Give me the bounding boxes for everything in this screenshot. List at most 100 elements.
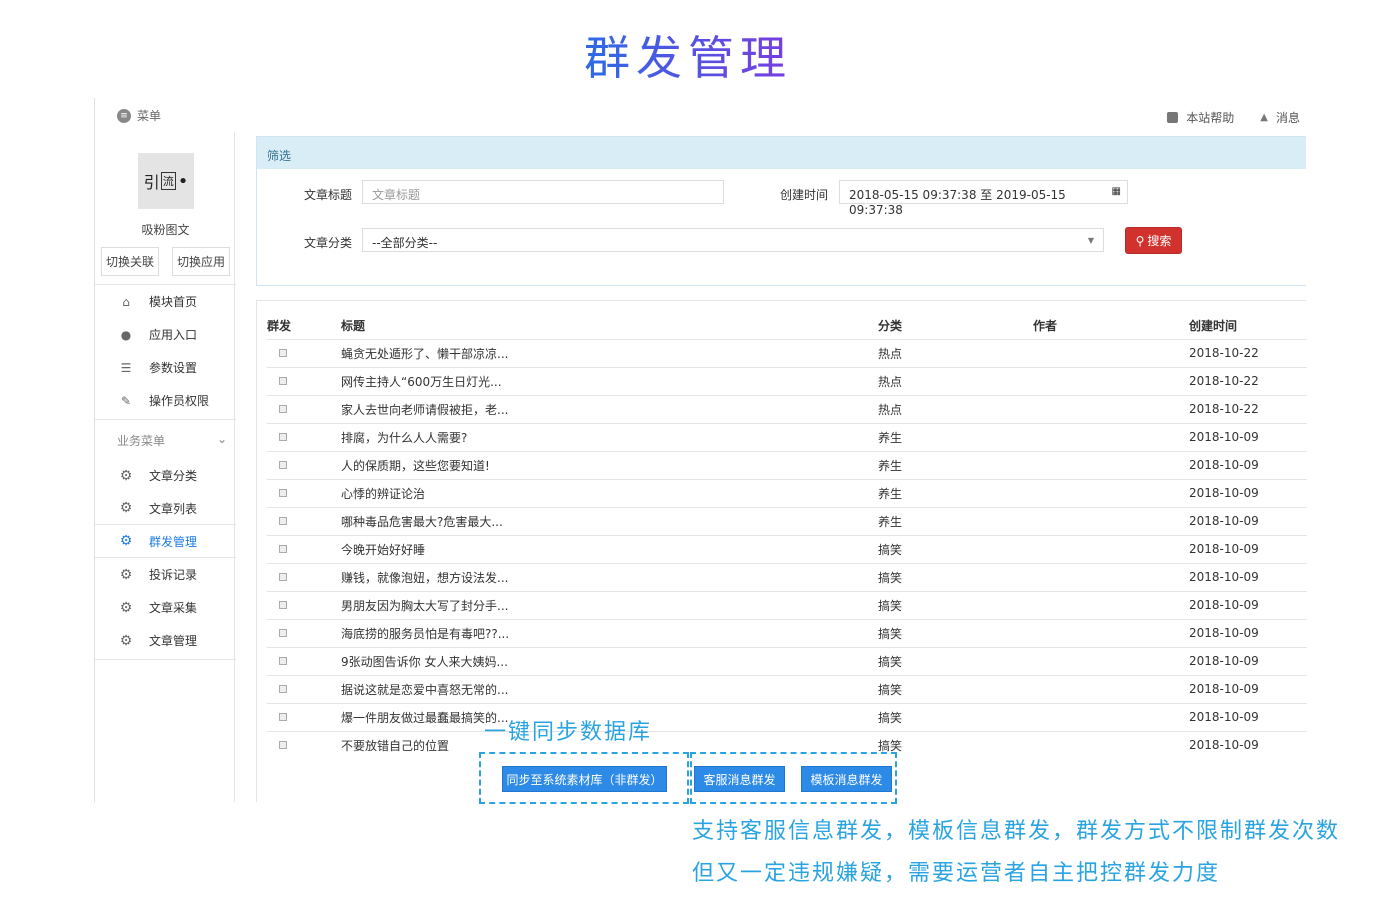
list-icon: ☰ (120, 360, 132, 375)
sidebar-item-label: 参数设置 (149, 361, 198, 375)
category-cell: 搞笑 (878, 534, 1033, 563)
title-cell: 人的保质期，这些您要知道! (341, 450, 878, 479)
author-cell (1033, 702, 1189, 731)
sidebar-item-label: 文章管理 (149, 634, 198, 648)
send-checkbox[interactable] (279, 545, 287, 553)
table-row: 人的保质期，这些您要知道! 养生 2018-10-09 (267, 450, 1307, 479)
message-link[interactable]: ▲ 消息 (1260, 109, 1300, 126)
sidebar-item-settings[interactable]: ☰ 参数设置 (95, 351, 236, 384)
author-cell (1033, 478, 1189, 507)
top-bar: ≡ 菜单 本站帮助 ▲ 消息 (94, 98, 1306, 132)
send-checkbox[interactable] (279, 685, 287, 693)
sidebar-item-article-manage[interactable]: ⚙ 文章管理 (95, 624, 236, 657)
title-input[interactable]: 文章标题 (362, 180, 724, 204)
date-cell: 2018-10-09 (1189, 534, 1307, 563)
table-row: 海底捞的服务员怕是有毒吧??... 搞笑 2018-10-09 (267, 618, 1307, 647)
date-cell: 2018-10-09 (1189, 506, 1307, 535)
search-button[interactable]: ⚲ 搜索 (1125, 227, 1182, 254)
send-checkbox[interactable] (279, 629, 287, 637)
send-checkbox[interactable] (279, 713, 287, 721)
category-cell: 养生 (878, 478, 1033, 507)
title-cell: 蝇贪无处遁形了、懒干部凉凉... (341, 338, 878, 367)
bell-icon: ▲ (1260, 112, 1268, 123)
gear-icon: ⚙ (119, 533, 133, 549)
menu-label: 菜单 (137, 109, 162, 123)
column-header: 群发 (267, 319, 292, 334)
send-checkbox[interactable] (279, 377, 287, 385)
title-label: 文章标题 (304, 188, 353, 202)
send-cell (267, 450, 341, 479)
sidebar-item-mass-send[interactable]: ⚙ 群发管理 (95, 525, 236, 558)
table-header-row: 群发 标题 分类 作者 创建时间 (267, 313, 1307, 339)
column-header: 作者 (1033, 319, 1058, 334)
category-select[interactable]: --全部分类-- ▼ (362, 228, 1104, 252)
sidebar-item-article-list[interactable]: ⚙ 文章列表 (95, 492, 236, 525)
message-label: 消息 (1275, 111, 1300, 125)
search-icon: ⚲ (1135, 233, 1145, 248)
menu-toggle[interactable]: ≡ 菜单 (117, 107, 161, 124)
sidebar-item-app-entry[interactable]: ● 应用入口 (95, 318, 236, 351)
author-cell (1033, 338, 1189, 367)
send-cell (267, 478, 341, 507)
date-cell: 2018-10-22 (1189, 366, 1307, 395)
author-cell (1033, 534, 1189, 563)
author-cell (1033, 366, 1189, 395)
sidebar-item-article-collect[interactable]: ⚙ 文章采集 (95, 591, 236, 624)
annotation-line-2: 但又一定违规嫌疑，需要运营者自主把控群发力度 (692, 861, 1221, 886)
date-cell: 2018-10-09 (1189, 478, 1307, 507)
category-cell: 搞笑 (878, 618, 1033, 647)
category-cell: 热点 (878, 394, 1033, 423)
help-label: 本站帮助 (1186, 111, 1235, 125)
category-cell: 搞笑 (878, 674, 1033, 703)
send-checkbox[interactable] (279, 433, 287, 441)
filter-panel: 筛选 文章标题 文章标题 创建时间 2018-05-15 09:37:38 至 … (256, 136, 1306, 286)
send-cell (267, 338, 341, 367)
category-cell: 热点 (878, 338, 1033, 367)
sidebar-item-label: 操作员权限 (149, 394, 210, 408)
sidebar-item-operator-permissions[interactable]: ✎ 操作员权限 (95, 384, 236, 417)
sidebar-item-label: 文章采集 (149, 601, 198, 615)
sidebar-item-label: 应用入口 (149, 328, 198, 342)
sidebar-item-complaints[interactable]: ⚙ 投诉记录 (95, 558, 236, 591)
send-checkbox[interactable] (279, 573, 287, 581)
table-row: 哪种毒品危害最大?危害最大... 养生 2018-10-09 (267, 506, 1307, 535)
send-checkbox[interactable] (279, 489, 287, 497)
send-checkbox[interactable] (279, 657, 287, 665)
switch-link-button[interactable]: 切换关联 (101, 247, 160, 276)
send-checkbox[interactable] (279, 517, 287, 525)
sidebar-item-article-category[interactable]: ⚙ 文章分类 (95, 459, 236, 492)
help-link[interactable]: 本站帮助 (1167, 109, 1234, 126)
title-cell: 9张动图告诉你 女人来大姨妈... (341, 646, 878, 675)
title-cell: 赚钱，就像泡妞，想方设法发... (341, 562, 878, 591)
send-checkbox[interactable] (279, 601, 287, 609)
time-range-input[interactable]: 2018-05-15 09:37:38 至 2019-05-15 09:37:3… (839, 180, 1128, 217)
category-label: 文章分类 (304, 236, 353, 250)
category-cell: 搞笑 (878, 646, 1033, 675)
send-checkbox[interactable] (279, 349, 287, 357)
author-cell (1033, 730, 1189, 759)
article-table: 群发 标题 分类 作者 创建时间 蝇贪无处遁形了、懒干部凉凉... 热点 2018-… (267, 313, 1307, 759)
send-cell (267, 730, 341, 759)
send-cell (267, 646, 341, 675)
title-cell: 排腐，为什么人人需要? (341, 422, 878, 451)
title-cell: 今晚开始好好睡 (341, 534, 878, 563)
send-checkbox[interactable] (279, 405, 287, 413)
table-row: 心悸的辨证论治 养生 2018-10-09 (267, 478, 1307, 507)
date-cell: 2018-10-09 (1189, 450, 1307, 479)
sync-highlight-box (479, 752, 689, 804)
send-cell (267, 506, 341, 535)
sidebar-item-module-home[interactable]: ⌂ 模块首页 (95, 285, 236, 318)
table-row: 据说这就是恋爱中喜怒无常的... 搞笑 2018-10-09 (267, 674, 1307, 703)
annotation-line-1: 支持客服信息群发，模板信息群发，群发方式不限制群发次数 (692, 819, 1341, 844)
table-row: 今晚开始好好睡 搞笑 2018-10-09 (267, 534, 1307, 563)
send-checkbox[interactable] (279, 461, 287, 469)
author-cell (1033, 506, 1189, 535)
article-table-panel: 群发 标题 分类 作者 创建时间 蝇贪无处遁形了、懒干部凉凉... 热点 2018-… (256, 300, 1307, 802)
business-menu-toggle[interactable]: 业务菜单 ⌄ (117, 432, 227, 449)
date-cell: 2018-10-09 (1189, 562, 1307, 591)
table-row: 男朋友因为胸太大写了封分手... 搞笑 2018-10-09 (267, 590, 1307, 619)
send-checkbox[interactable] (279, 741, 287, 750)
sidebar-item-label: 模块首页 (149, 295, 198, 309)
date-cell: 2018-10-22 (1189, 338, 1307, 367)
switch-app-button[interactable]: 切换应用 (172, 247, 231, 276)
